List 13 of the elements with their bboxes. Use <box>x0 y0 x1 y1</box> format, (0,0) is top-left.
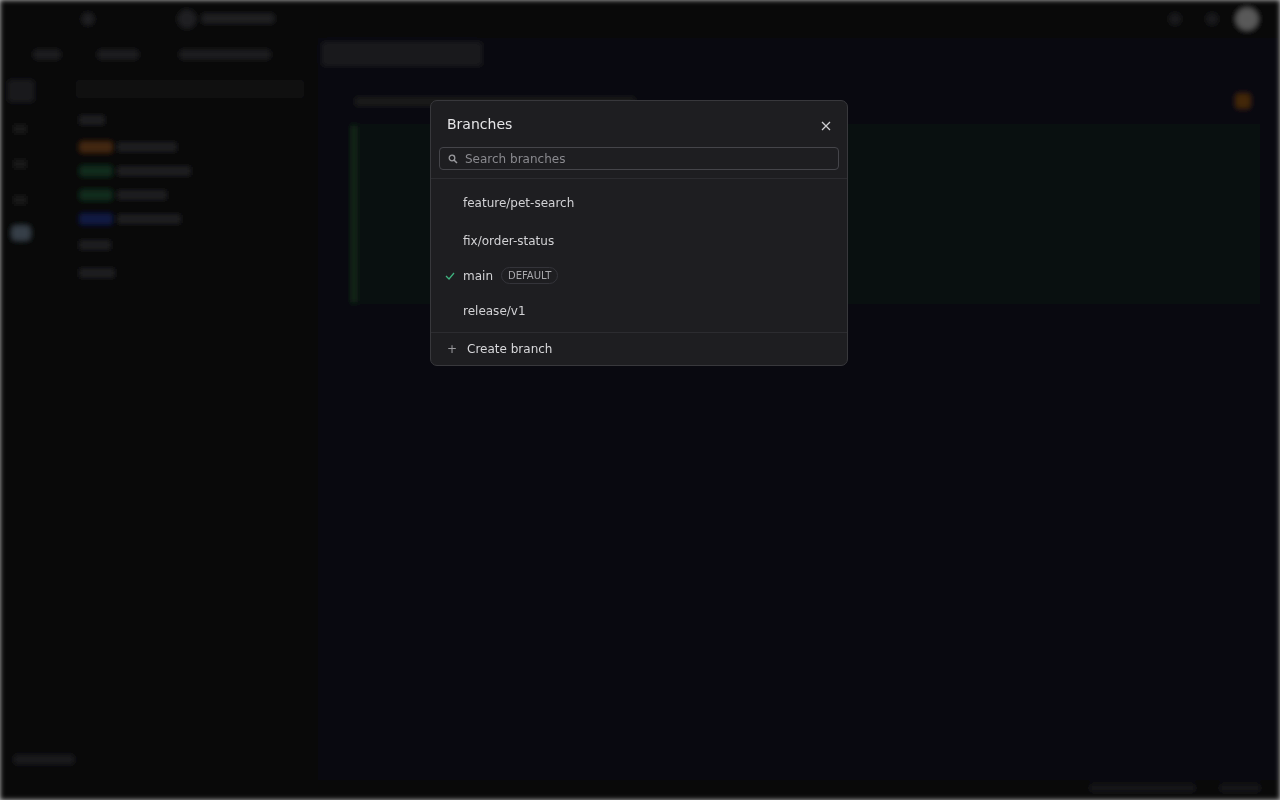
branch-name: main <box>463 268 493 283</box>
branch-name: release/v1 <box>463 303 526 318</box>
branch-item[interactable]: main DEFAULT <box>431 258 847 293</box>
branch-name: fix/order-status <box>463 233 555 248</box>
branch-item[interactable]: release/v1 <box>431 293 847 328</box>
branch-item[interactable]: feature/pet-search <box>431 183 847 223</box>
branch-item[interactable]: fix/order-status <box>431 223 847 258</box>
search-icon <box>448 154 458 164</box>
create-branch-button[interactable]: + Create branch <box>431 333 847 365</box>
dialog-title: Branches <box>447 116 513 132</box>
search-field[interactable]: Search branches <box>439 147 839 170</box>
branch-name: feature/pet-search <box>463 196 575 210</box>
close-icon[interactable] <box>821 121 831 131</box>
